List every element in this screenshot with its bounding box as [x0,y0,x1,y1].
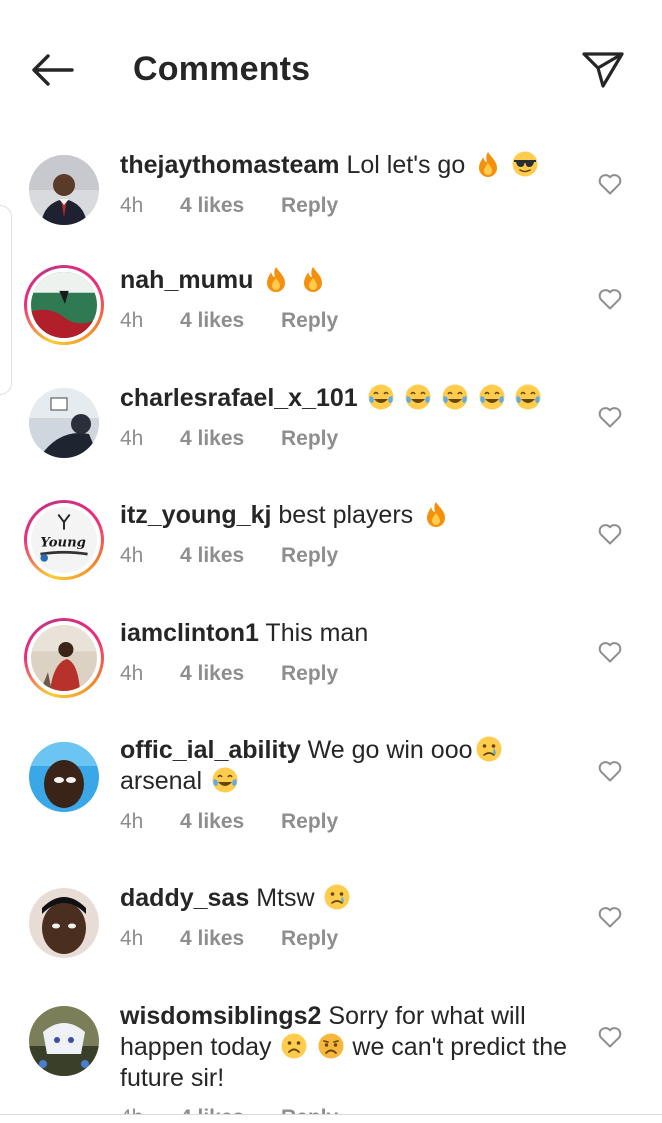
side-panel-handle[interactable] [0,205,12,395]
crying-face-icon [323,883,351,911]
comment-username[interactable]: charlesrafael_x_101 [120,384,358,412]
paper-plane-icon [582,52,624,88]
avatar[interactable] [24,265,104,345]
comment-text: wisdomsiblings2 Sorry for what will happ… [120,1001,580,1094]
comment-username[interactable]: iamclinton1 [120,619,259,647]
svg-text:Young: Young [40,536,85,551]
crying-face-icon [475,735,503,763]
avatar[interactable] [24,883,104,963]
comment-time: 4h [120,194,144,217]
comment-meta: 4h 4 likesReply [120,927,338,951]
comment-likes[interactable]: 4 likes [180,927,281,951]
comment-username[interactable]: itz_young_kj [120,501,271,529]
heart-icon[interactable] [597,522,623,546]
avatar[interactable] [24,737,104,817]
comment-body: We go win ooo [307,736,473,764]
tears-of-joy-icon [211,766,239,794]
comment-meta: 4h 4 likesReply [120,544,338,568]
avatar[interactable] [24,150,104,230]
tears-of-joy-icon [441,383,469,411]
comment-body: Mtsw [256,884,315,912]
heart-icon[interactable] [597,1025,623,1049]
comment-username[interactable]: wisdomsiblings2 [120,1002,321,1030]
heart-icon[interactable] [597,172,623,196]
comment-time: 4h [120,662,144,685]
comment-meta: 4h 4 likesReply [120,194,338,218]
avatar[interactable] [24,1001,104,1081]
comment-text: itz_young_kj best players [120,500,580,531]
comment-body: Lol let's go [346,151,466,179]
heart-icon[interactable] [597,759,623,783]
share-button[interactable] [580,46,626,92]
reply-button[interactable]: Reply [281,927,338,951]
comment-text: daddy_sas Mtsw [120,883,580,914]
comments-header: Comments [0,0,662,130]
comment-body: This man [265,619,369,647]
heart-icon[interactable] [597,905,623,929]
avatar[interactable] [24,383,104,463]
comment-time: 4h [120,810,144,833]
arrow-left-icon [32,54,74,86]
fire-icon [422,500,450,528]
heart-icon[interactable] [597,640,623,664]
comment-likes[interactable]: 4 likes [180,309,281,333]
comment-meta: 4h 4 likesReply [120,662,338,686]
comment-time: 4h [120,309,144,332]
sad-face-icon [317,1032,345,1060]
comment-likes[interactable]: 4 likes [180,662,281,686]
comment-meta: 4h 4 likesReply [120,810,338,834]
fire-icon [262,265,290,293]
heart-icon[interactable] [597,405,623,429]
reply-button[interactable]: Reply [281,309,338,333]
comment-likes[interactable]: 4 likes [180,194,281,218]
avatar[interactable]: Young [24,500,104,580]
comment-time: 4h [120,427,144,450]
comment-meta: 4h 4 likesReply [120,309,338,333]
back-button[interactable] [26,48,78,92]
comment-username[interactable]: thejaythomasteam [120,151,340,179]
comment-body-line2: arsenal [120,767,202,795]
comment-text: thejaythomasteam Lol let's go [120,150,580,181]
reply-button[interactable]: Reply [281,544,338,568]
reply-button[interactable]: Reply [281,427,338,451]
frowning-face-icon [280,1032,308,1060]
comment-likes[interactable]: 4 likes [180,810,281,834]
comment-text: charlesrafael_x_101 [120,383,580,414]
comment-username[interactable]: nah_mumu [120,266,253,294]
sunglasses-icon [511,150,539,178]
page-title: Comments [133,50,311,88]
reply-button[interactable]: Reply [281,194,338,218]
fire-icon [474,150,502,178]
comment-text: offic_ial_ability We go win ooo arsenal [120,735,580,797]
tears-of-joy-icon [478,383,506,411]
comment-meta: 4h 4 likesReply [120,427,338,451]
tears-of-joy-icon [367,383,395,411]
reply-button[interactable]: Reply [281,810,338,834]
heart-icon[interactable] [597,287,623,311]
comment-likes[interactable]: 4 likes [180,427,281,451]
bottom-edge [0,1115,662,1123]
reply-button[interactable]: Reply [281,662,338,686]
comment-username[interactable]: offic_ial_ability [120,736,301,764]
avatar[interactable] [24,618,104,698]
comment-body: best players [278,501,414,529]
tears-of-joy-icon [514,383,542,411]
fire-icon [299,265,327,293]
comment-text: nah_mumu [120,265,580,296]
comment-time: 4h [120,927,144,950]
tears-of-joy-icon [404,383,432,411]
comment-likes[interactable]: 4 likes [180,544,281,568]
comment-time: 4h [120,544,144,567]
comment-text: iamclinton1 This man [120,618,580,649]
comment-username[interactable]: daddy_sas [120,884,249,912]
